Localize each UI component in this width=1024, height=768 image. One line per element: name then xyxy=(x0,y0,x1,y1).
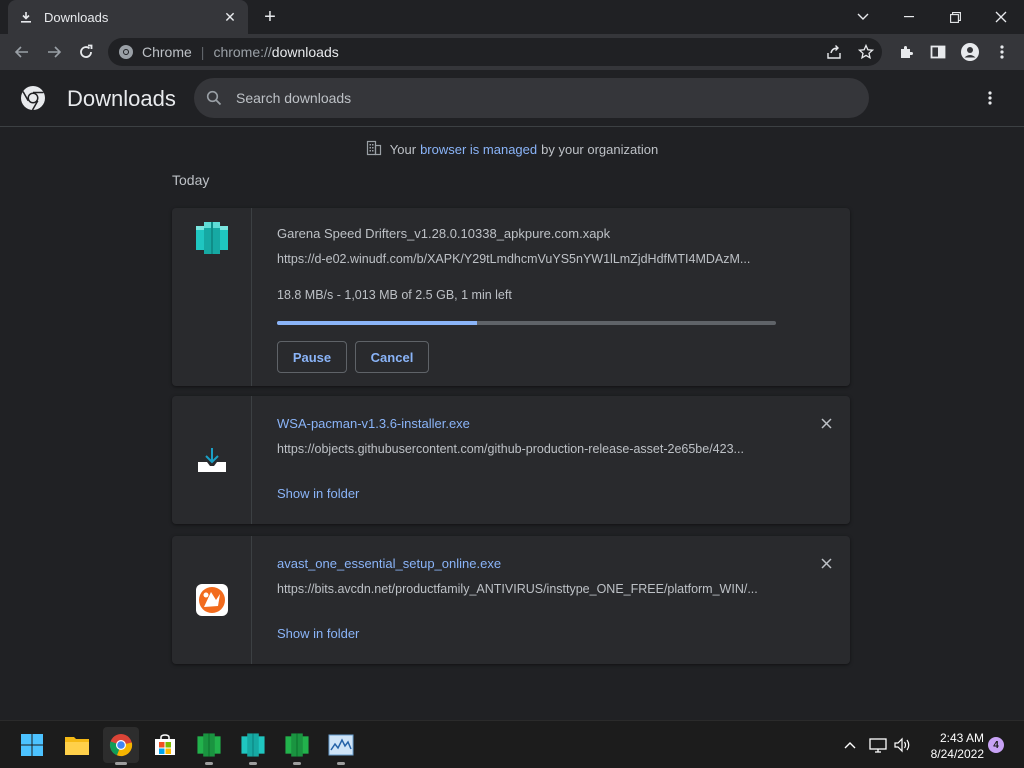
download-icon-column xyxy=(172,536,252,664)
download-progress-fill xyxy=(277,321,477,325)
download-icon xyxy=(18,9,34,25)
profile-avatar-icon[interactable] xyxy=(956,38,984,66)
show-in-folder-link[interactable]: Show in folder xyxy=(277,486,359,501)
pause-button[interactable]: Pause xyxy=(277,341,347,373)
search-input[interactable] xyxy=(236,90,836,106)
cube-icon xyxy=(194,220,230,256)
start-button[interactable] xyxy=(14,727,50,763)
share-icon[interactable] xyxy=(822,40,846,64)
search-icon xyxy=(204,88,224,108)
microsoft-store-icon[interactable] xyxy=(147,727,183,763)
volume-icon[interactable] xyxy=(892,735,912,755)
file-url[interactable]: https://objects.githubusercontent.com/gi… xyxy=(277,442,777,456)
resource-monitor-icon[interactable] xyxy=(323,727,359,765)
file-name-link[interactable]: WSA-pacman-v1.3.6-installer.exe xyxy=(277,416,470,431)
network-icon[interactable] xyxy=(868,735,888,755)
download-item: WSA-pacman-v1.3.6-installer.exe https://… xyxy=(172,396,850,524)
teal-cube-app-icon[interactable] xyxy=(235,727,271,765)
cancel-button[interactable]: Cancel xyxy=(355,341,429,373)
clock-date: 8/24/2022 xyxy=(930,747,984,761)
tab-close-icon[interactable]: ✕ xyxy=(222,9,238,26)
url-host: downloads xyxy=(271,44,339,60)
search-box xyxy=(194,78,869,118)
notification-badge[interactable]: 4 xyxy=(988,737,1004,753)
address-bar[interactable]: Chrome | chrome:// downloads xyxy=(108,38,882,66)
restore-button[interactable] xyxy=(932,0,978,34)
download-status: 18.8 MB/s - 1,013 MB of 2.5 GB, 1 min le… xyxy=(277,288,512,302)
title-bar: Downloads ✕ + xyxy=(0,0,1024,34)
chrome-taskbar-icon[interactable] xyxy=(103,727,139,765)
browser-toolbar: Chrome | chrome:// downloads xyxy=(0,34,1024,70)
file-url[interactable]: https://bits.avcdn.net/productfamily_ANT… xyxy=(277,582,777,596)
page-title: Downloads xyxy=(67,86,176,111)
running-indicator xyxy=(205,762,213,765)
tab-downloads[interactable]: Downloads ✕ xyxy=(8,0,248,34)
green-cube-app-icon[interactable] xyxy=(191,727,227,765)
running-indicator xyxy=(249,762,257,765)
omnibox-separator: | xyxy=(200,44,205,60)
chevron-up-icon[interactable] xyxy=(840,735,860,755)
download-progress-bar xyxy=(277,321,776,325)
forward-button[interactable] xyxy=(40,38,68,66)
side-panel-icon[interactable] xyxy=(924,38,952,66)
download-tray-icon xyxy=(194,442,230,478)
downloads-menu-icon[interactable] xyxy=(978,86,1002,110)
clock-time: 2:43 AM xyxy=(939,731,984,745)
remove-item-icon[interactable] xyxy=(816,413,836,433)
taskbar: 2:43 AM 8/24/2022 4 xyxy=(0,720,1024,768)
file-url[interactable]: https://d-e02.winudf.com/b/XAPK/Y29tLmdh… xyxy=(277,252,777,266)
reload-button[interactable] xyxy=(72,38,100,66)
running-indicator xyxy=(337,762,345,765)
managed-text-pre: Your xyxy=(389,142,417,157)
bookmark-star-icon[interactable] xyxy=(854,40,878,64)
file-explorer-icon[interactable] xyxy=(59,727,95,763)
extensions-puzzle-icon[interactable] xyxy=(892,38,920,66)
chrome-logo-icon xyxy=(20,85,46,111)
building-icon xyxy=(366,140,382,159)
system-clock[interactable]: 2:43 AM 8/24/2022 xyxy=(920,730,984,762)
download-item: avast_one_essential_setup_online.exe htt… xyxy=(172,536,850,664)
avast-icon xyxy=(194,582,230,618)
close-window-button[interactable] xyxy=(978,0,1024,34)
back-button[interactable] xyxy=(8,38,36,66)
remove-item-icon[interactable] xyxy=(816,553,836,573)
active-indicator xyxy=(115,762,127,765)
green-cube-app-icon-2[interactable] xyxy=(279,727,315,765)
show-in-folder-link[interactable]: Show in folder xyxy=(277,626,359,641)
section-label-today: Today xyxy=(172,172,210,188)
file-name-link[interactable]: avast_one_essential_setup_online.exe xyxy=(277,556,501,571)
tab-search-icon[interactable] xyxy=(840,0,886,34)
downloads-header: Downloads xyxy=(0,70,1024,127)
new-tab-button[interactable]: + xyxy=(258,6,282,28)
running-indicator xyxy=(293,762,301,765)
file-name[interactable]: Garena Speed Drifters_v1.28.0.10338_apkp… xyxy=(277,226,610,241)
download-icon-column xyxy=(172,396,252,524)
site-label: Chrome xyxy=(142,44,192,60)
url-scheme: chrome:// xyxy=(213,44,272,60)
chrome-site-icon xyxy=(118,44,134,60)
managed-notice: Your browser is managed by your organiza… xyxy=(0,140,1024,159)
download-icon-column xyxy=(172,208,252,386)
tab-title: Downloads xyxy=(44,9,109,25)
managed-link[interactable]: browser is managed xyxy=(420,142,537,157)
download-item: Garena Speed Drifters_v1.28.0.10338_apkp… xyxy=(172,208,850,386)
browser-menu-icon[interactable] xyxy=(988,38,1016,66)
minimize-button[interactable] xyxy=(886,0,932,34)
managed-text-post: by your organization xyxy=(541,142,659,157)
